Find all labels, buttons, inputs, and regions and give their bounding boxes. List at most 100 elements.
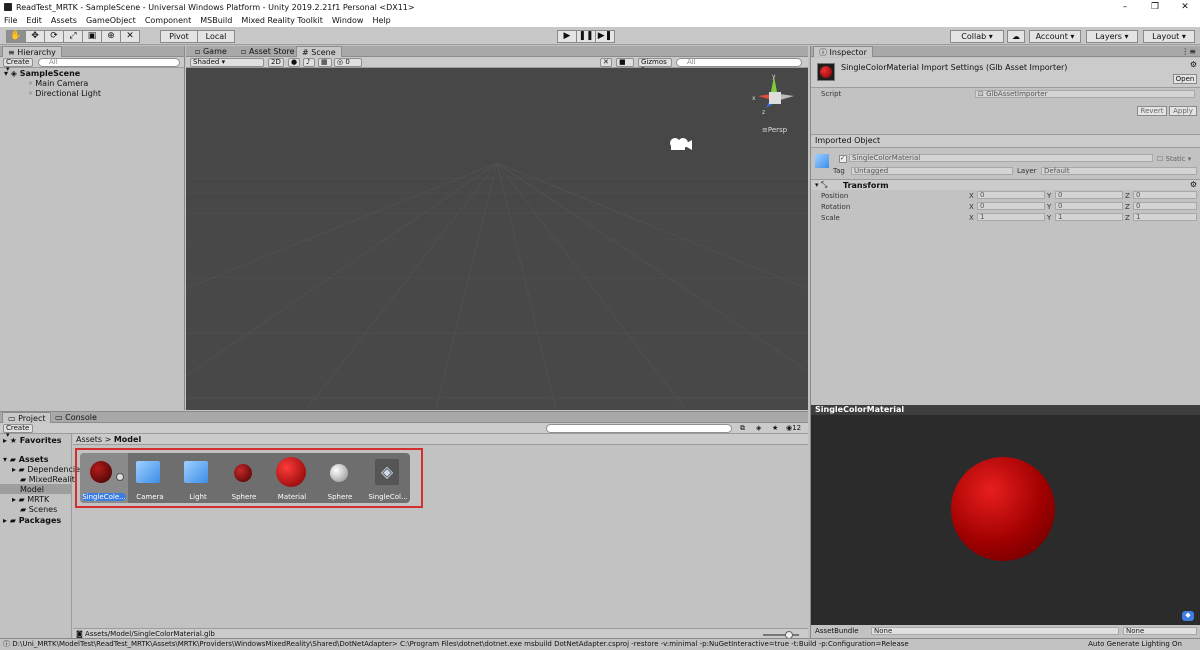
tag-dropdown[interactable]: Untagged	[851, 167, 1013, 175]
scale-tool-icon[interactable]: ⤢	[63, 30, 83, 43]
rotation-z-field[interactable]: 0	[1133, 202, 1197, 210]
object-name-field[interactable]: SingleColorMaterial	[849, 154, 1153, 162]
hierarchy-item-main-camera[interactable]: ◦ Main Camera	[28, 79, 88, 88]
menu-file[interactable]: File	[4, 16, 17, 25]
custom-tool-icon[interactable]: ✕	[120, 30, 140, 43]
lighting-icon[interactable]: ●	[288, 58, 300, 67]
collab-dropdown[interactable]: Collab ▾	[950, 30, 1004, 43]
scene-viewport[interactable]: y x z ≡Persp	[186, 68, 808, 410]
menu-mrtk[interactable]: Mixed Reality Toolkit	[241, 16, 323, 25]
hidden-objects-toggle[interactable]: ◎ 0	[334, 58, 362, 67]
fx-icon[interactable]: ▦	[318, 58, 332, 67]
tree-assets[interactable]: ▾ ▰ Assets	[3, 455, 48, 464]
scale-z-field[interactable]: 1	[1133, 213, 1197, 221]
shading-mode-dropdown[interactable]: Shaded ▾	[190, 58, 264, 67]
scene-search-input[interactable]: All	[676, 58, 802, 67]
asset-sphere-white[interactable]: Sphere	[316, 453, 364, 507]
project-create-dropdown[interactable]: Create ▾	[3, 424, 33, 439]
filter-type-icon[interactable]: ⧉	[740, 424, 745, 433]
rect-tool-icon[interactable]: ▣	[82, 30, 102, 43]
menu-msbuild[interactable]: MSBuild	[200, 16, 232, 25]
tools-icon[interactable]: ✕	[600, 58, 612, 67]
tab-project[interactable]: ▭ Project	[2, 412, 52, 423]
minimize-button[interactable]: –	[1110, 0, 1140, 14]
account-dropdown[interactable]: Account ▾	[1029, 30, 1081, 43]
tree-mrtk[interactable]: ▸ ▰ MRTK	[12, 495, 49, 504]
layers-dropdown[interactable]: Layers ▾	[1086, 30, 1138, 43]
breadcrumb-model[interactable]: Model	[114, 435, 141, 444]
menu-edit[interactable]: Edit	[26, 16, 42, 25]
menu-component[interactable]: Component	[145, 16, 191, 25]
tab-game[interactable]: ▫ Game	[190, 46, 232, 57]
asset-sphere-mesh[interactable]: Sphere	[220, 453, 268, 507]
auto-lighting-status[interactable]: Auto Generate Lighting On	[1082, 639, 1182, 650]
active-checkbox[interactable]: ✓	[839, 155, 847, 163]
asset-camera[interactable]: Camera	[126, 453, 174, 507]
close-button[interactable]: ✕	[1170, 0, 1200, 14]
asset-material[interactable]: Material	[268, 453, 316, 507]
transform-tool-icon[interactable]: ⊕	[101, 30, 121, 43]
open-button[interactable]: Open	[1173, 74, 1197, 84]
tree-packages[interactable]: ▸ ▰ Packages	[3, 516, 61, 525]
settings-icon[interactable]: ⚙	[1190, 60, 1197, 69]
pause-icon[interactable]: ❚❚	[576, 30, 596, 43]
apply-button[interactable]: Apply	[1169, 106, 1197, 116]
local-button[interactable]: Local	[197, 30, 235, 43]
pivot-button[interactable]: Pivot	[160, 30, 198, 43]
tree-scenes[interactable]: ▰ Scenes	[20, 505, 57, 514]
camera-settings-icon[interactable]: ■	[616, 58, 634, 67]
filter-label-icon[interactable]: ◈	[756, 424, 761, 432]
tab-console[interactable]: ▭ Console	[50, 412, 102, 423]
status-message[interactable]: D:\Uni_MRTK\ModelTest\ReadTest_MRTK\Asse…	[12, 640, 908, 648]
menu-help[interactable]: Help	[372, 16, 390, 25]
tree-model-selected[interactable]: Model	[0, 484, 72, 494]
position-x-field[interactable]: 0	[977, 191, 1045, 199]
variant-dropdown[interactable]: None	[1123, 627, 1197, 635]
asset-singlecolor-scene[interactable]: ◈ SingleCol...	[364, 453, 412, 507]
menu-gameobject[interactable]: GameObject	[86, 16, 136, 25]
tab-inspector[interactable]: ⓘ Inspector	[813, 46, 873, 57]
rotate-tool-icon[interactable]: ⟳	[44, 30, 64, 43]
audio-icon[interactable]: ♪	[303, 58, 315, 67]
position-y-field[interactable]: 0	[1055, 191, 1123, 199]
move-tool-icon[interactable]: ✥	[25, 30, 45, 43]
component-menu-icon[interactable]: ⚙	[1190, 180, 1197, 189]
expand-arrow-icon[interactable]	[116, 473, 124, 481]
hierarchy-item-directional-light[interactable]: ◦ Directional Light	[28, 89, 101, 98]
2d-toggle[interactable]: 2D	[268, 58, 284, 67]
layout-dropdown[interactable]: Layout ▾	[1143, 30, 1195, 43]
rotation-y-field[interactable]: 0	[1055, 202, 1123, 210]
layer-dropdown[interactable]: Default	[1041, 167, 1197, 175]
project-search-input[interactable]	[546, 424, 732, 433]
step-icon[interactable]: ▶❚	[595, 30, 615, 43]
hierarchy-search-input[interactable]: All	[38, 58, 180, 67]
projection-label[interactable]: ≡Persp	[762, 126, 787, 134]
position-z-field[interactable]: 0	[1133, 191, 1197, 199]
preview-sphere[interactable]	[951, 457, 1055, 561]
rotation-x-field[interactable]: 0	[977, 202, 1045, 210]
tree-favorites[interactable]: ▸ ★ Favorites	[3, 436, 62, 445]
scale-x-field[interactable]: 1	[977, 213, 1045, 221]
menu-assets[interactable]: Assets	[51, 16, 77, 25]
cloud-icon[interactable]: ☁	[1007, 30, 1025, 43]
static-toggle[interactable]: ☐ Static ▾	[1157, 155, 1191, 163]
gizmos-dropdown[interactable]: Gizmos ▾	[638, 58, 672, 73]
assetbundle-dropdown[interactable]: None	[871, 627, 1119, 635]
tree-mixedreality[interactable]: ▰ MixedRealit	[20, 475, 75, 484]
script-field[interactable]: ⊡ GlbAssetImporter	[975, 90, 1195, 98]
icon-size-slider[interactable]	[763, 631, 799, 639]
hierarchy-create-dropdown[interactable]: Create ▾	[3, 58, 33, 73]
tab-scene[interactable]: # Scene	[296, 46, 342, 57]
revert-button[interactable]: Revert	[1137, 106, 1167, 116]
tab-hierarchy[interactable]: ≡ Hierarchy	[2, 46, 62, 57]
hand-tool-icon[interactable]: ✋	[6, 30, 26, 43]
panel-menu-icon[interactable]: ⋮≡	[1181, 47, 1196, 56]
favorite-icon[interactable]: ★	[772, 424, 778, 432]
label-tag-icon[interactable]: ◆	[1182, 611, 1194, 621]
play-icon[interactable]: ▶	[557, 30, 577, 43]
camera-gizmo-icon[interactable]	[666, 134, 694, 154]
menu-window[interactable]: Window	[332, 16, 364, 25]
scale-y-field[interactable]: 1	[1055, 213, 1123, 221]
transform-header[interactable]: ▾ ⤡ Transform ⚙	[811, 179, 1200, 190]
maximize-button[interactable]: ❐	[1140, 0, 1170, 14]
